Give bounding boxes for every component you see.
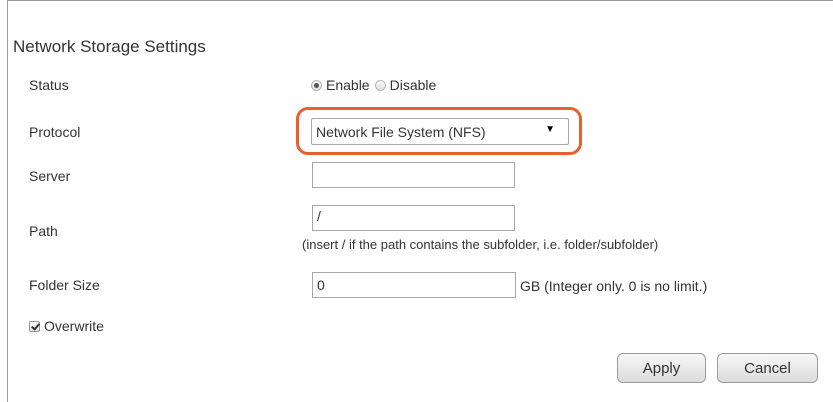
protocol-select[interactable]: Network File System (NFS) ▼ bbox=[311, 118, 569, 145]
server-input[interactable] bbox=[312, 162, 515, 188]
path-hint: (insert / if the path contains the subfo… bbox=[302, 237, 659, 252]
protocol-label: Protocol bbox=[29, 124, 81, 140]
folder-size-hint: GB (Integer only. 0 is no limit.) bbox=[520, 278, 708, 294]
disable-radio-label[interactable]: Disable bbox=[390, 77, 437, 93]
enable-radio[interactable] bbox=[311, 79, 322, 91]
section-title: Network Storage Settings bbox=[13, 37, 206, 56]
overwrite-label[interactable]: Overwrite bbox=[44, 318, 104, 334]
server-label: Server bbox=[29, 168, 71, 184]
folder-size-input[interactable]: 0 bbox=[312, 272, 516, 298]
overwrite-row: Overwrite bbox=[29, 318, 104, 334]
dropdown-arrow-icon: ▼ bbox=[545, 124, 555, 135]
settings-panel bbox=[7, 0, 833, 402]
path-input[interactable]: / bbox=[312, 205, 515, 231]
status-radio-group: Enable Disable bbox=[311, 77, 441, 93]
disable-radio[interactable] bbox=[374, 79, 386, 91]
protocol-select-value: Network File System (NFS) bbox=[316, 123, 486, 140]
status-label: Status bbox=[29, 77, 69, 93]
overwrite-checkbox[interactable] bbox=[29, 320, 40, 332]
apply-button[interactable]: Apply bbox=[617, 353, 706, 383]
enable-radio-label[interactable]: Enable bbox=[326, 77, 370, 93]
folder-size-label: Folder Size bbox=[29, 277, 100, 293]
cancel-button[interactable]: Cancel bbox=[717, 353, 818, 383]
path-label: Path bbox=[29, 223, 58, 239]
